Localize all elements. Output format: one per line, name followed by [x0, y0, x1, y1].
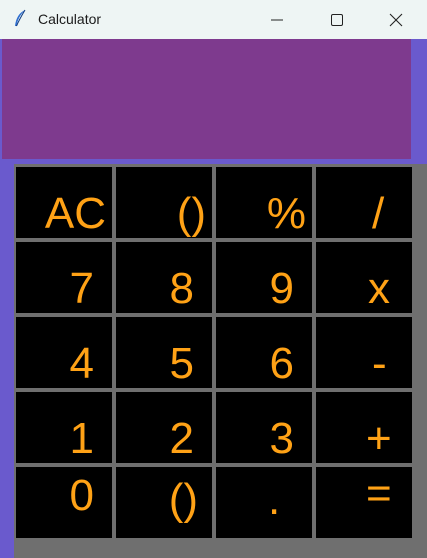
key-divide[interactable]: /: [316, 167, 412, 238]
key-parentheses[interactable]: (): [116, 167, 212, 238]
key-label: 4: [69, 339, 94, 388]
key-label: (): [168, 475, 198, 524]
key-2[interactable]: 2: [116, 392, 212, 463]
key-label: .: [268, 475, 281, 524]
key-label: /: [372, 189, 385, 238]
key-label: 8: [169, 264, 194, 313]
key-multiply[interactable]: x: [316, 242, 412, 313]
minimize-button[interactable]: [254, 0, 300, 39]
key-label: (): [176, 189, 206, 238]
key-decimal[interactable]: .: [216, 467, 312, 538]
key-0[interactable]: 0: [16, 467, 112, 538]
feather-icon: [12, 9, 28, 29]
key-1[interactable]: 1: [16, 392, 112, 463]
key-label: 5: [169, 339, 194, 388]
minimize-icon: [271, 19, 283, 21]
key-label: +: [366, 414, 392, 463]
key-equals[interactable]: =: [316, 467, 412, 538]
key-label: 9: [269, 264, 294, 313]
calculator-window: Calculator AC () % / 7 8 9 x 4 5 6 - 1 2…: [0, 0, 427, 558]
key-label: x: [368, 264, 390, 313]
key-label: 1: [69, 414, 94, 463]
key-parentheses-bottom[interactable]: (): [116, 467, 212, 538]
key-label: -: [372, 339, 387, 388]
key-label: =: [366, 469, 392, 518]
key-label: 0: [69, 471, 94, 520]
key-subtract[interactable]: -: [316, 317, 412, 388]
key-label: 6: [269, 339, 294, 388]
key-percent[interactable]: %: [216, 167, 312, 238]
maximize-button[interactable]: [314, 0, 360, 39]
key-3[interactable]: 3: [216, 392, 312, 463]
key-label: 7: [69, 264, 94, 313]
key-4[interactable]: 4: [16, 317, 112, 388]
key-6[interactable]: 6: [216, 317, 312, 388]
title-bar[interactable]: Calculator: [0, 0, 427, 39]
key-7[interactable]: 7: [16, 242, 112, 313]
key-label: 3: [269, 414, 294, 463]
key-8[interactable]: 8: [116, 242, 212, 313]
key-5[interactable]: 5: [116, 317, 212, 388]
calculator-display: [2, 39, 411, 159]
window-title: Calculator: [38, 11, 102, 27]
key-clear[interactable]: AC: [16, 167, 112, 238]
key-label: %: [266, 189, 306, 238]
close-button[interactable]: [373, 0, 419, 39]
maximize-icon: [331, 14, 343, 26]
key-9[interactable]: 9: [216, 242, 312, 313]
key-label: 2: [169, 414, 194, 463]
close-icon: [389, 13, 403, 27]
key-label: AC: [44, 189, 106, 238]
key-add[interactable]: +: [316, 392, 412, 463]
keypad: AC () % / 7 8 9 x 4 5 6 - 1 2 3 + 0 () .…: [14, 164, 427, 558]
